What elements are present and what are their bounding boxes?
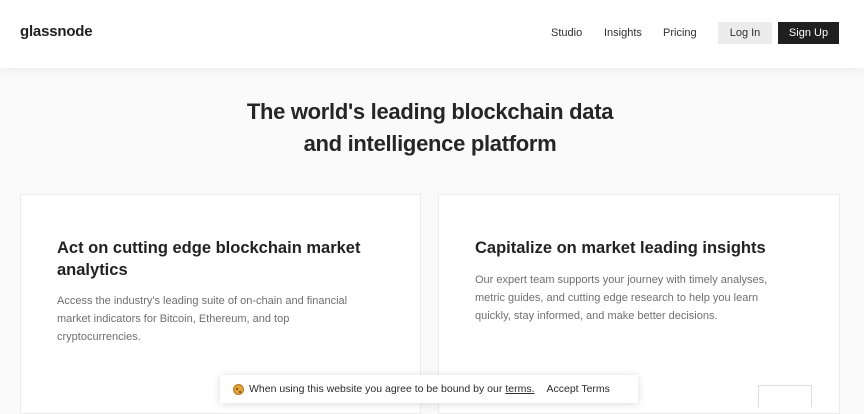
nav-link-studio[interactable]: Studio: [551, 27, 582, 39]
login-button[interactable]: Log In: [718, 22, 772, 44]
accept-terms-button[interactable]: Accept Terms: [547, 383, 610, 395]
card-body-line-2: metric guides, and cutting edge research…: [475, 292, 759, 304]
nav-link-insights[interactable]: Insights: [604, 27, 642, 39]
card-body-line-3: quickly, stay informed, and make better …: [475, 310, 718, 322]
nav-link-pricing[interactable]: Pricing: [663, 27, 697, 39]
glassnode-logo[interactable]: glassnode: [20, 23, 93, 40]
card-heading: Capitalize on market leading insights: [475, 239, 766, 257]
card-heading-line-1: Act on cutting edge blockchain market: [57, 239, 361, 257]
hero-title-line-1: The world's leading blockchain data: [246, 99, 614, 124]
card-heading-line-2: analytics: [57, 261, 128, 279]
top-navbar: glassnode Studio Insights Pricing Log In…: [0, 0, 864, 68]
card-body-line-2: market indicators for Bitcoin, Ethereum,…: [57, 313, 290, 325]
cookie-consent-bar: When using this website you agree to be …: [220, 375, 638, 403]
signup-button[interactable]: Sign Up: [778, 22, 839, 44]
card-body: Access the industry's leading suite of o…: [57, 292, 347, 346]
terms-link[interactable]: terms.: [505, 383, 534, 395]
card-body-line-1: Access the industry's leading suite of o…: [57, 295, 348, 307]
card-body-line-3: cryptocurrencies.: [57, 331, 141, 343]
cookie-icon: [233, 383, 244, 395]
hero-title-line-2: and intelligence platform: [303, 131, 557, 156]
card-heading: Act on cutting edge blockchain market an…: [57, 237, 360, 281]
card-body: Our expert team supports your journey wi…: [475, 271, 767, 325]
hero-title: The world's leading blockchain data and …: [150, 96, 710, 160]
cookie-text: When using this website you agree to be …: [249, 383, 503, 395]
card-body-line-1: Our expert team supports your journey wi…: [475, 274, 768, 286]
